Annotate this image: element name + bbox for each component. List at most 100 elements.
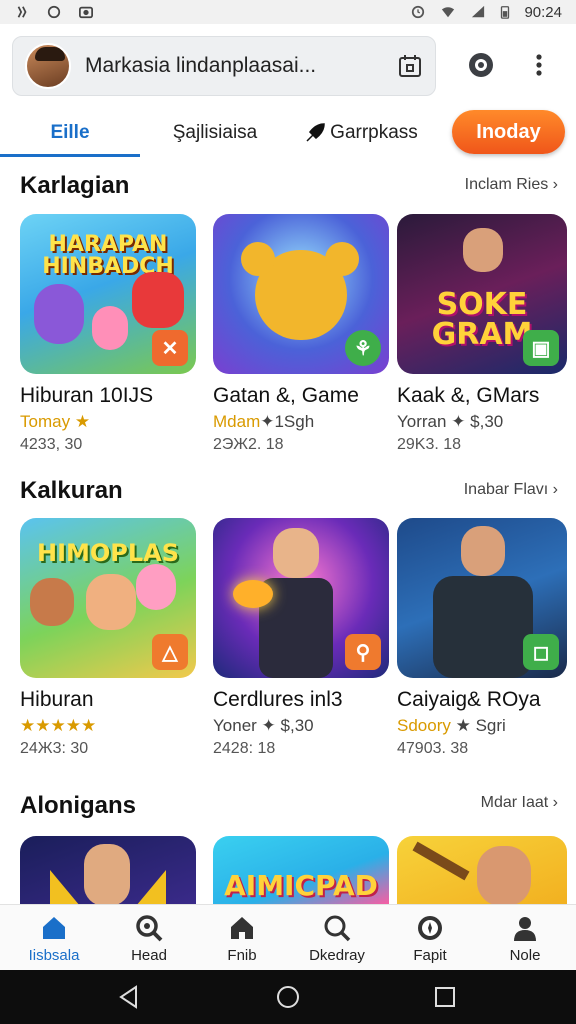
app-title: Hiburan 10IJS bbox=[20, 384, 154, 407]
character-art bbox=[86, 574, 136, 630]
app-thumbnail[interactable]: ◻ bbox=[397, 518, 567, 678]
app-meta: 29K3. 18 bbox=[397, 436, 462, 453]
app-title: Hiburan bbox=[20, 688, 94, 711]
play-badge-icon: ▣ bbox=[523, 330, 559, 366]
home-icon bbox=[43, 917, 65, 939]
app-card[interactable]: HARAPAN HINBADCH ✕ Hiburan 10IJS Tomay ★… bbox=[20, 214, 196, 454]
whatsapp-icon bbox=[17, 6, 27, 18]
profile-icon bbox=[514, 917, 536, 941]
triangle-badge-icon: △ bbox=[152, 634, 188, 670]
character-art bbox=[34, 284, 84, 344]
avatar[interactable] bbox=[25, 43, 71, 89]
status-bar: 90:24 bbox=[0, 0, 576, 24]
character-art bbox=[92, 306, 128, 350]
more-options-icon[interactable] bbox=[522, 48, 556, 82]
section-see-all-link[interactable]: Inabar Flavı › bbox=[464, 481, 558, 499]
search-icon bbox=[136, 915, 163, 942]
app-developer: Yorran ✦ $,30 bbox=[397, 412, 504, 431]
character-art bbox=[461, 526, 505, 576]
app-thumbnail[interactable]: ⚲ bbox=[213, 518, 389, 678]
app-card[interactable]: SOKE GRAM ▣ Kaak &, GMars Yorran ✦ $,30 … bbox=[397, 214, 567, 454]
app-thumbnail[interactable]: HIMOPLAS △ bbox=[20, 518, 196, 678]
app-thumbnail[interactable]: SOKE GRAM ▣ bbox=[397, 214, 567, 374]
app-rating-stars: ★★★★★ bbox=[20, 716, 97, 735]
app-thumbnail[interactable] bbox=[20, 836, 196, 906]
wing-art bbox=[50, 870, 80, 906]
close-badge-icon: ✕ bbox=[152, 330, 188, 366]
tab-sajlisiaisa[interactable]: Şajlisiaisa bbox=[150, 108, 280, 158]
character-art bbox=[463, 228, 503, 272]
alarm-icon bbox=[412, 5, 425, 19]
game-controller-icon[interactable] bbox=[464, 48, 498, 82]
app-thumbnail[interactable]: AIMICPAD bbox=[213, 836, 389, 906]
nav-item-head[interactable]: Head bbox=[101, 913, 197, 964]
rocket-icon bbox=[306, 123, 325, 142]
app-developer: Tomay ★ bbox=[20, 412, 91, 431]
nav-item-fnib[interactable]: Fnib bbox=[194, 913, 290, 964]
nav-item-home[interactable]: Iisbsala bbox=[6, 913, 102, 964]
back-icon[interactable] bbox=[116, 984, 142, 1010]
cloud-icon bbox=[47, 5, 61, 19]
app-thumbnail[interactable]: ⚘ bbox=[213, 214, 389, 374]
leaf-badge-icon: ⚘ bbox=[345, 330, 381, 366]
bottom-navigation: Iisbsala Head Fnib Dkedray Fapit Nole bbox=[0, 904, 576, 970]
tab-eille[interactable]: Eille bbox=[0, 108, 140, 158]
magnifier-icon bbox=[324, 915, 351, 942]
house-icon bbox=[231, 917, 253, 939]
nav-item-fapit[interactable]: Fapit bbox=[382, 913, 478, 964]
app-meta: 2428: 18 bbox=[213, 740, 276, 757]
app-thumbnail[interactable]: HARAPAN HINBADCH ✕ bbox=[20, 214, 196, 374]
tab-garrpkass[interactable]: Garrpkass bbox=[296, 108, 426, 158]
search-input[interactable]: Markasia lindanplaasai... bbox=[85, 54, 397, 78]
app-card[interactable]: ⚘ Gatan &, Game Mdam✦1Sgh 2ЭЖ2. 18 bbox=[213, 214, 389, 454]
app-title: Caiyaig& ROya bbox=[397, 688, 541, 711]
app-art-text: HIMOPLAS bbox=[36, 539, 180, 568]
app-title: Cerdlures inl3 bbox=[213, 688, 343, 711]
character-art bbox=[84, 844, 130, 906]
bear-ear-art bbox=[241, 242, 275, 276]
app-meta: 24Ж3: 30 bbox=[20, 740, 89, 757]
nav-item-nole[interactable]: Nole bbox=[477, 913, 573, 964]
guitar-art bbox=[412, 841, 470, 881]
character-art bbox=[132, 272, 184, 328]
app-art-text: SOKE GRAM bbox=[431, 286, 533, 352]
app-card[interactable] bbox=[397, 836, 567, 906]
section-title: Kalkuran bbox=[20, 477, 123, 504]
app-meta: 4233, 30 bbox=[20, 436, 83, 453]
app-card[interactable]: HIMOPLAS △ Hiburan ★★★★★ 24Ж3: 30 bbox=[20, 518, 196, 758]
battery-icon bbox=[501, 6, 510, 19]
home-button-icon[interactable] bbox=[275, 984, 301, 1010]
app-title: Gatan &, Game bbox=[213, 384, 359, 407]
app-meta: 47903. 38 bbox=[397, 740, 469, 757]
status-time: 90:24 bbox=[524, 3, 562, 21]
character-art bbox=[477, 846, 531, 906]
app-thumbnail[interactable] bbox=[397, 836, 567, 906]
fire-art bbox=[233, 580, 273, 608]
app-meta: 2ЭЖ2. 18 bbox=[213, 436, 284, 453]
search-badge-icon: ⚲ bbox=[345, 634, 381, 670]
tab-active-indicator bbox=[0, 154, 140, 157]
section-title: Karlagian bbox=[20, 172, 130, 199]
square-badge-icon: ◻ bbox=[523, 634, 559, 670]
app-card[interactable]: ⚲ Cerdlures inl3 Yoner ✦ $,30 2428: 18 bbox=[213, 518, 389, 758]
calendar-icon[interactable] bbox=[397, 53, 423, 79]
section-see-all-link[interactable]: Inclam Ries › bbox=[465, 176, 558, 194]
armor-art bbox=[433, 576, 533, 678]
app-developer: Mdam✦1Sgh bbox=[213, 412, 315, 431]
nav-item-dkedray[interactable]: Dkedray bbox=[289, 913, 385, 964]
app-title: Kaak &, GMars bbox=[397, 384, 540, 407]
wing-art bbox=[136, 870, 166, 906]
app-card[interactable] bbox=[20, 836, 196, 906]
system-navigation-bar bbox=[0, 970, 576, 1024]
recents-icon[interactable] bbox=[432, 984, 458, 1010]
section-see-all-link[interactable]: Mdar Iaat › bbox=[481, 794, 558, 812]
app-developer: Sdoory ★ Sgri bbox=[397, 716, 506, 735]
character-art bbox=[30, 578, 74, 626]
app-card[interactable]: ◻ Caiyaig& ROya Sdoory ★ Sgri 47903. 38 bbox=[397, 518, 567, 758]
app-art-text: HARAPAN HINBADCH bbox=[42, 231, 174, 279]
search-bar[interactable]: Markasia lindanplaasai... bbox=[12, 36, 436, 96]
app-card[interactable]: AIMICPAD bbox=[213, 836, 389, 906]
tab-pill-button[interactable]: Inoday bbox=[452, 110, 565, 154]
character-art bbox=[136, 564, 176, 610]
app-developer: Yoner ✦ $,30 bbox=[213, 716, 314, 735]
